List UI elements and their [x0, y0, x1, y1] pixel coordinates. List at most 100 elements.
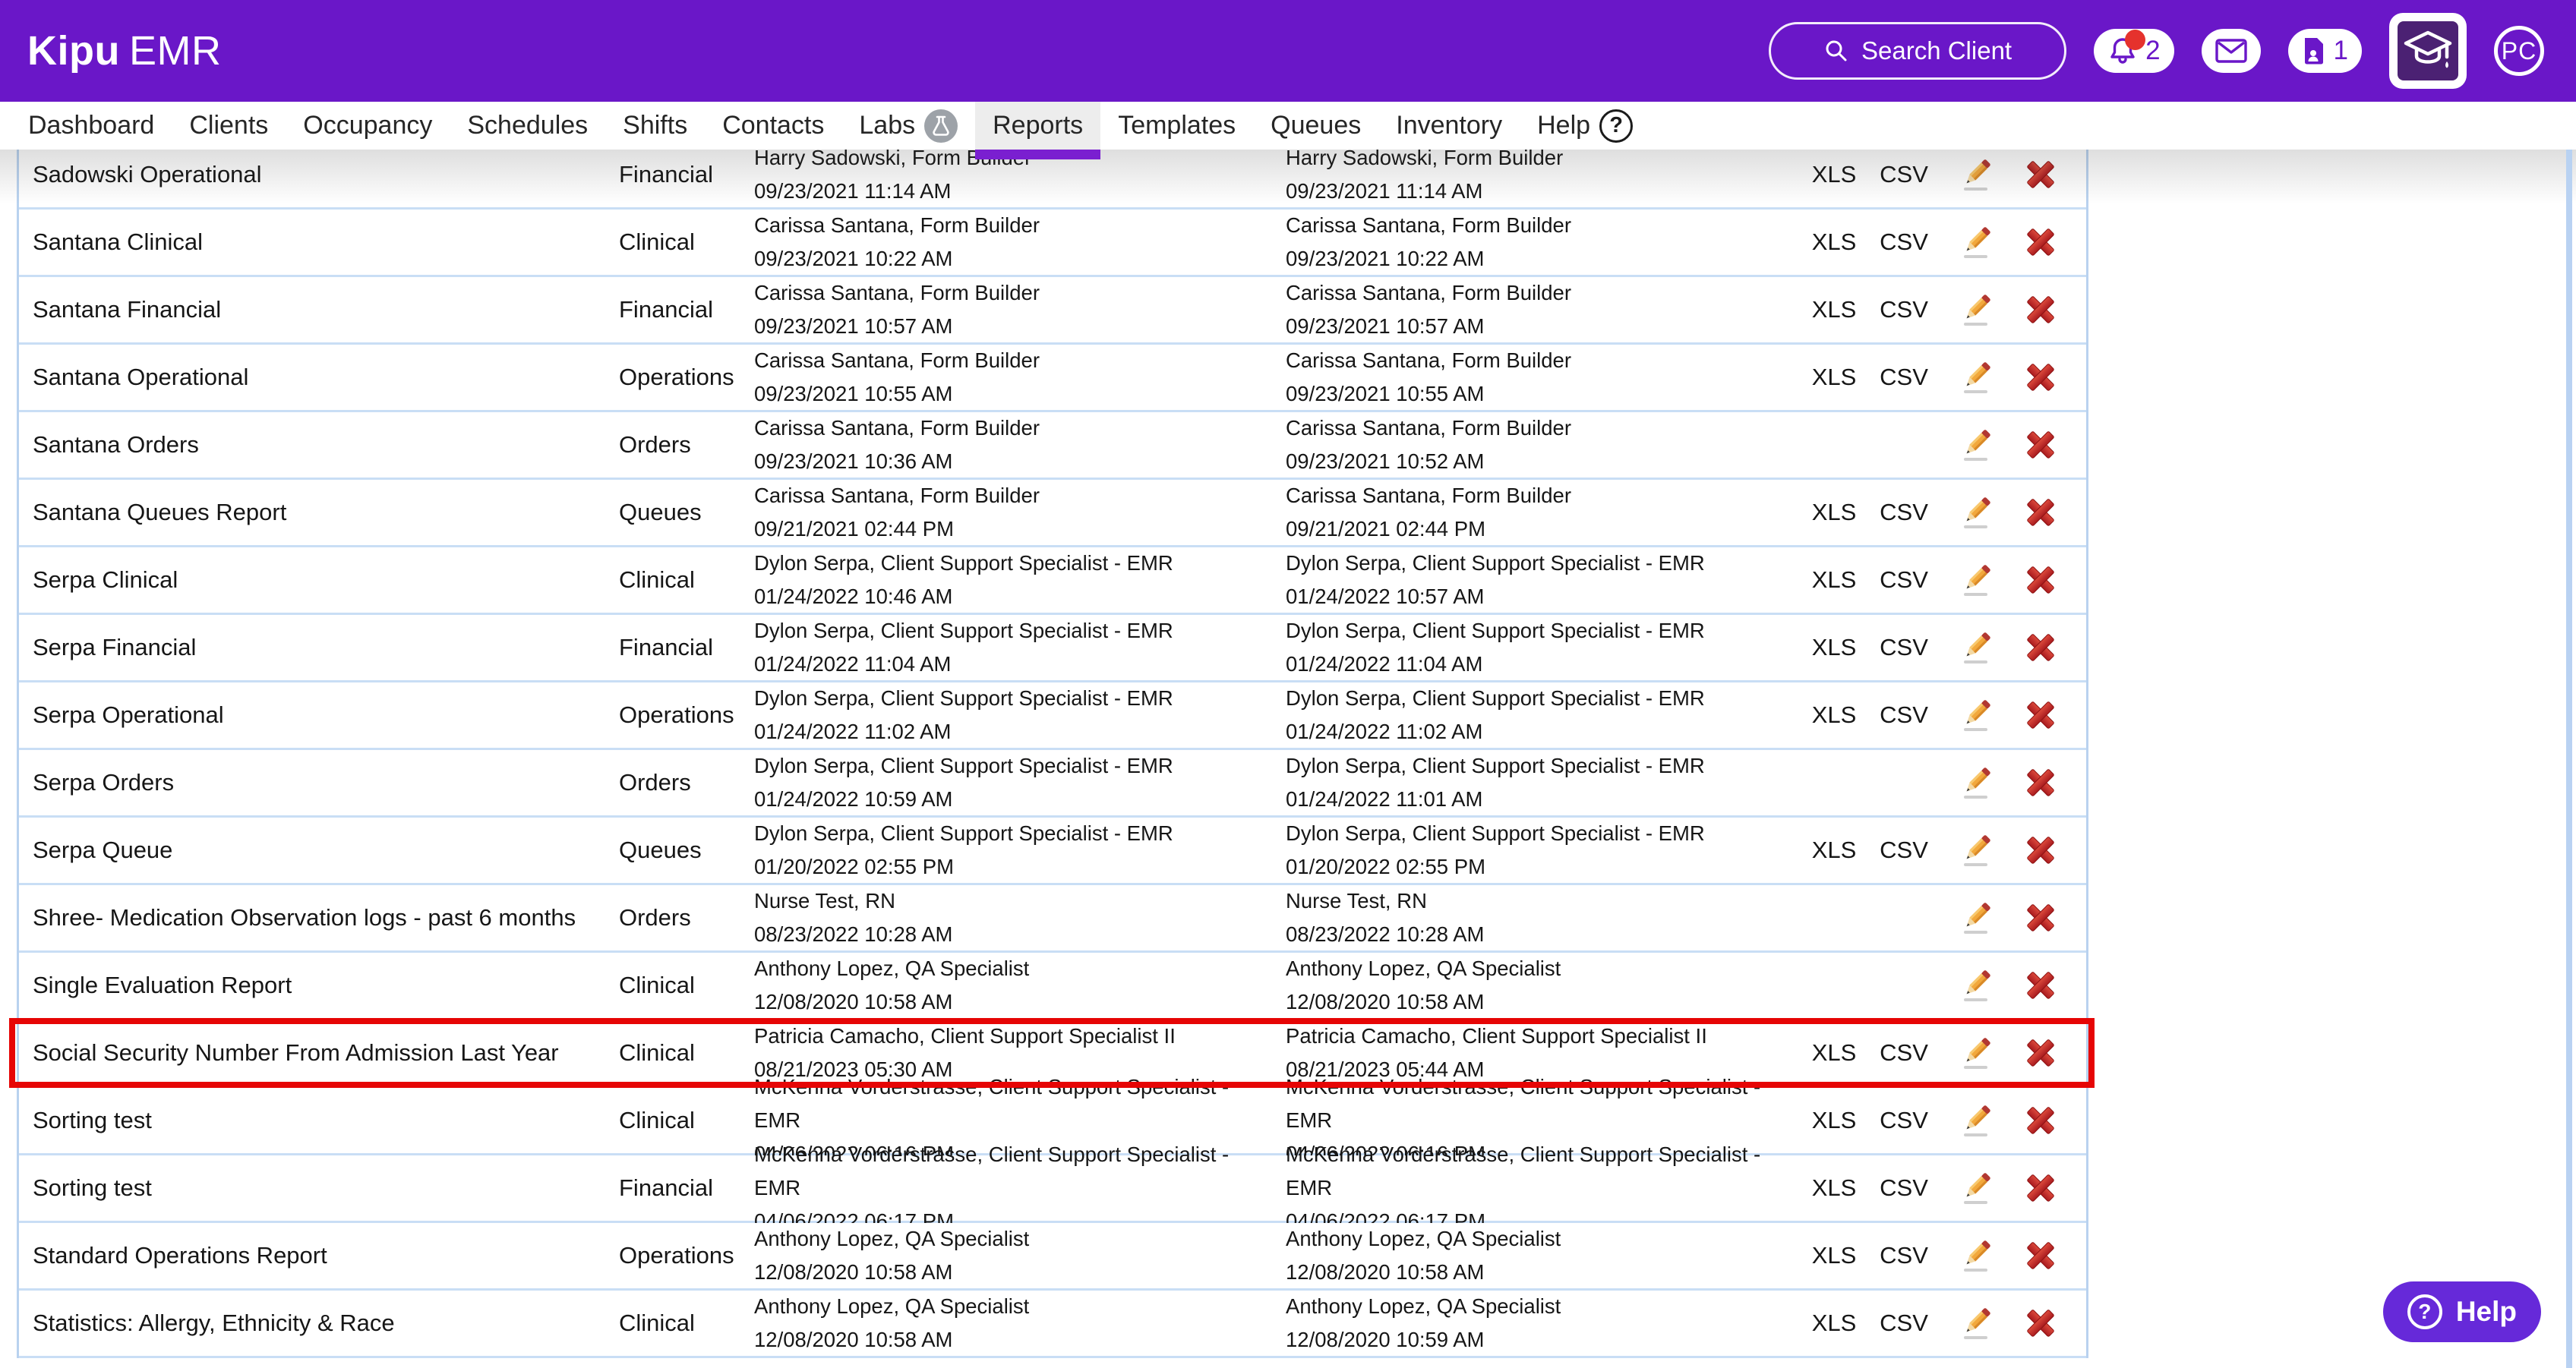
report-name: Santana Clinical — [33, 229, 204, 255]
export-csv-link[interactable]: CSV — [1866, 1020, 1942, 1086]
user-avatar[interactable]: PC — [2494, 26, 2544, 76]
edit-pencil-icon[interactable] — [1954, 1155, 2000, 1221]
edit-pencil-icon[interactable] — [1954, 1223, 2000, 1288]
export-xls-link[interactable]: XLS — [1796, 345, 1872, 410]
export-xls-link[interactable]: XLS — [1796, 1223, 1872, 1288]
edit-pencil-icon[interactable] — [1954, 818, 2000, 883]
edit-pencil-icon[interactable] — [1954, 277, 2000, 342]
delete-x-icon[interactable] — [2018, 1223, 2063, 1288]
updated-by-cell: Anthony Lopez, QA Specialist 12/08/2020 … — [1286, 953, 1810, 1018]
nav-item-reports[interactable]: Reports — [975, 102, 1101, 159]
edit-pencil-icon[interactable] — [1954, 480, 2000, 545]
help-fab-button[interactable]: ? Help — [2382, 1281, 2541, 1342]
export-csv-link[interactable]: CSV — [1866, 142, 1942, 207]
edit-pencil-icon[interactable] — [1954, 345, 2000, 410]
export-xls-link[interactable]: XLS — [1796, 547, 1872, 613]
delete-x-icon[interactable] — [2018, 818, 2063, 883]
search-client-input[interactable]: Search Client — [1769, 22, 2067, 80]
export-xls-link[interactable]: XLS — [1796, 480, 1872, 545]
created-at-date: 09/23/2021 10:36 AM — [754, 449, 953, 473]
records-button[interactable]: 1 — [2287, 29, 2362, 73]
delete-x-icon[interactable] — [2018, 142, 2063, 207]
export-csv-link[interactable]: CSV — [1866, 1088, 1942, 1153]
export-csv-link[interactable]: CSV — [1866, 480, 1942, 545]
vertical-scrollbar[interactable] — [2566, 149, 2572, 1368]
nav-item-occupancy[interactable]: Occupancy — [286, 102, 450, 150]
nav-item-schedules[interactable]: Schedules — [450, 102, 605, 150]
updated-by-name: Dylon Serpa, Client Support Specialist -… — [1286, 686, 1705, 710]
export-xls-link[interactable]: XLS — [1796, 818, 1872, 883]
header-actions: Search Client 2 1 PC — [1769, 13, 2544, 89]
delete-x-icon[interactable] — [2018, 1020, 2063, 1086]
nav-item-help[interactable]: Help ? — [1520, 102, 1650, 150]
export-csv-link[interactable]: CSV — [1866, 818, 1942, 883]
export-xls-link[interactable]: XLS — [1796, 615, 1872, 680]
delete-x-icon[interactable] — [2018, 277, 2063, 342]
delete-x-icon[interactable] — [2018, 1155, 2063, 1221]
edit-pencil-icon[interactable] — [1954, 1088, 2000, 1153]
delete-x-icon[interactable] — [2018, 1088, 2063, 1153]
nav-item-labs[interactable]: Labs — [841, 102, 975, 150]
notifications-button[interactable]: 2 — [2094, 29, 2174, 73]
export-csv-link[interactable]: CSV — [1866, 277, 1942, 342]
kipu-emr-logo[interactable]: Kipu EMR — [27, 27, 221, 74]
edit-pencil-icon[interactable] — [1954, 750, 2000, 815]
created-by-name: Dylon Serpa, Client Support Specialist -… — [754, 619, 1173, 642]
delete-x-icon[interactable] — [2018, 480, 2063, 545]
nav-item-shifts[interactable]: Shifts — [605, 102, 705, 150]
updated-by-name: Anthony Lopez, QA Specialist — [1286, 1294, 1561, 1318]
nav-item-clients[interactable]: Clients — [172, 102, 286, 150]
created-by-name: Carissa Santana, Form Builder — [754, 484, 1040, 507]
export-csv-link[interactable]: CSV — [1866, 547, 1942, 613]
edit-pencil-icon[interactable] — [1954, 547, 2000, 613]
edit-pencil-icon[interactable] — [1954, 412, 2000, 478]
delete-x-icon[interactable] — [2018, 210, 2063, 275]
education-button[interactable] — [2389, 13, 2467, 89]
delete-x-icon[interactable] — [2018, 682, 2063, 748]
report-name: Serpa Operational — [33, 701, 224, 728]
delete-x-icon[interactable] — [2018, 885, 2063, 950]
export-xls-link[interactable]: XLS — [1796, 210, 1872, 275]
export-csv-link[interactable]: CSV — [1866, 210, 1942, 275]
export-csv-link[interactable]: CSV — [1866, 345, 1942, 410]
edit-pencil-icon[interactable] — [1954, 885, 2000, 950]
delete-x-icon[interactable] — [2018, 953, 2063, 1018]
updated-at-date: 12/08/2020 10:58 AM — [1286, 1260, 1485, 1284]
delete-x-icon[interactable] — [2018, 547, 2063, 613]
nav-item-dashboard[interactable]: Dashboard — [11, 102, 172, 150]
report-category: Operations — [619, 701, 734, 728]
nav-item-templates[interactable]: Templates — [1100, 102, 1253, 150]
export-xls-link[interactable]: XLS — [1796, 142, 1872, 207]
report-name: Serpa Financial — [33, 634, 197, 660]
delete-x-icon[interactable] — [2018, 412, 2063, 478]
edit-pencil-icon[interactable] — [1954, 615, 2000, 680]
delete-x-icon[interactable] — [2018, 1291, 2063, 1356]
export-csv-link[interactable]: CSV — [1866, 1155, 1942, 1221]
table-row: Santana Orders Orders Carissa Santana, F… — [19, 412, 2086, 480]
export-csv-link[interactable]: CSV — [1866, 1291, 1942, 1356]
export-csv-link[interactable]: CSV — [1866, 1223, 1942, 1288]
edit-pencil-icon[interactable] — [1954, 142, 2000, 207]
export-csv-link[interactable]: CSV — [1866, 615, 1942, 680]
nav-item-inventory[interactable]: Inventory — [1378, 102, 1520, 150]
nav-item-queues[interactable]: Queues — [1253, 102, 1378, 150]
nav-item-label: Templates — [1118, 111, 1236, 140]
updated-at-date: 01/24/2022 11:01 AM — [1286, 787, 1483, 811]
nav-item-contacts[interactable]: Contacts — [705, 102, 841, 150]
export-xls-link[interactable]: XLS — [1796, 277, 1872, 342]
edit-pencil-icon[interactable] — [1954, 210, 2000, 275]
delete-x-icon[interactable] — [2018, 615, 2063, 680]
edit-pencil-icon[interactable] — [1954, 1291, 2000, 1356]
created-at-date: 01/24/2022 11:04 AM — [754, 652, 952, 676]
delete-x-icon[interactable] — [2018, 345, 2063, 410]
export-xls-link[interactable]: XLS — [1796, 682, 1872, 748]
messages-button[interactable] — [2201, 29, 2261, 73]
export-xls-link[interactable]: XLS — [1796, 1291, 1872, 1356]
export-csv-link[interactable]: CSV — [1866, 682, 1942, 748]
edit-pencil-icon[interactable] — [1954, 682, 2000, 748]
edit-pencil-icon[interactable] — [1954, 1020, 2000, 1086]
export-xls-link[interactable]: XLS — [1796, 1155, 1872, 1221]
edit-pencil-icon[interactable] — [1954, 953, 2000, 1018]
created-by-name: Dylon Serpa, Client Support Specialist -… — [754, 551, 1173, 575]
delete-x-icon[interactable] — [2018, 750, 2063, 815]
